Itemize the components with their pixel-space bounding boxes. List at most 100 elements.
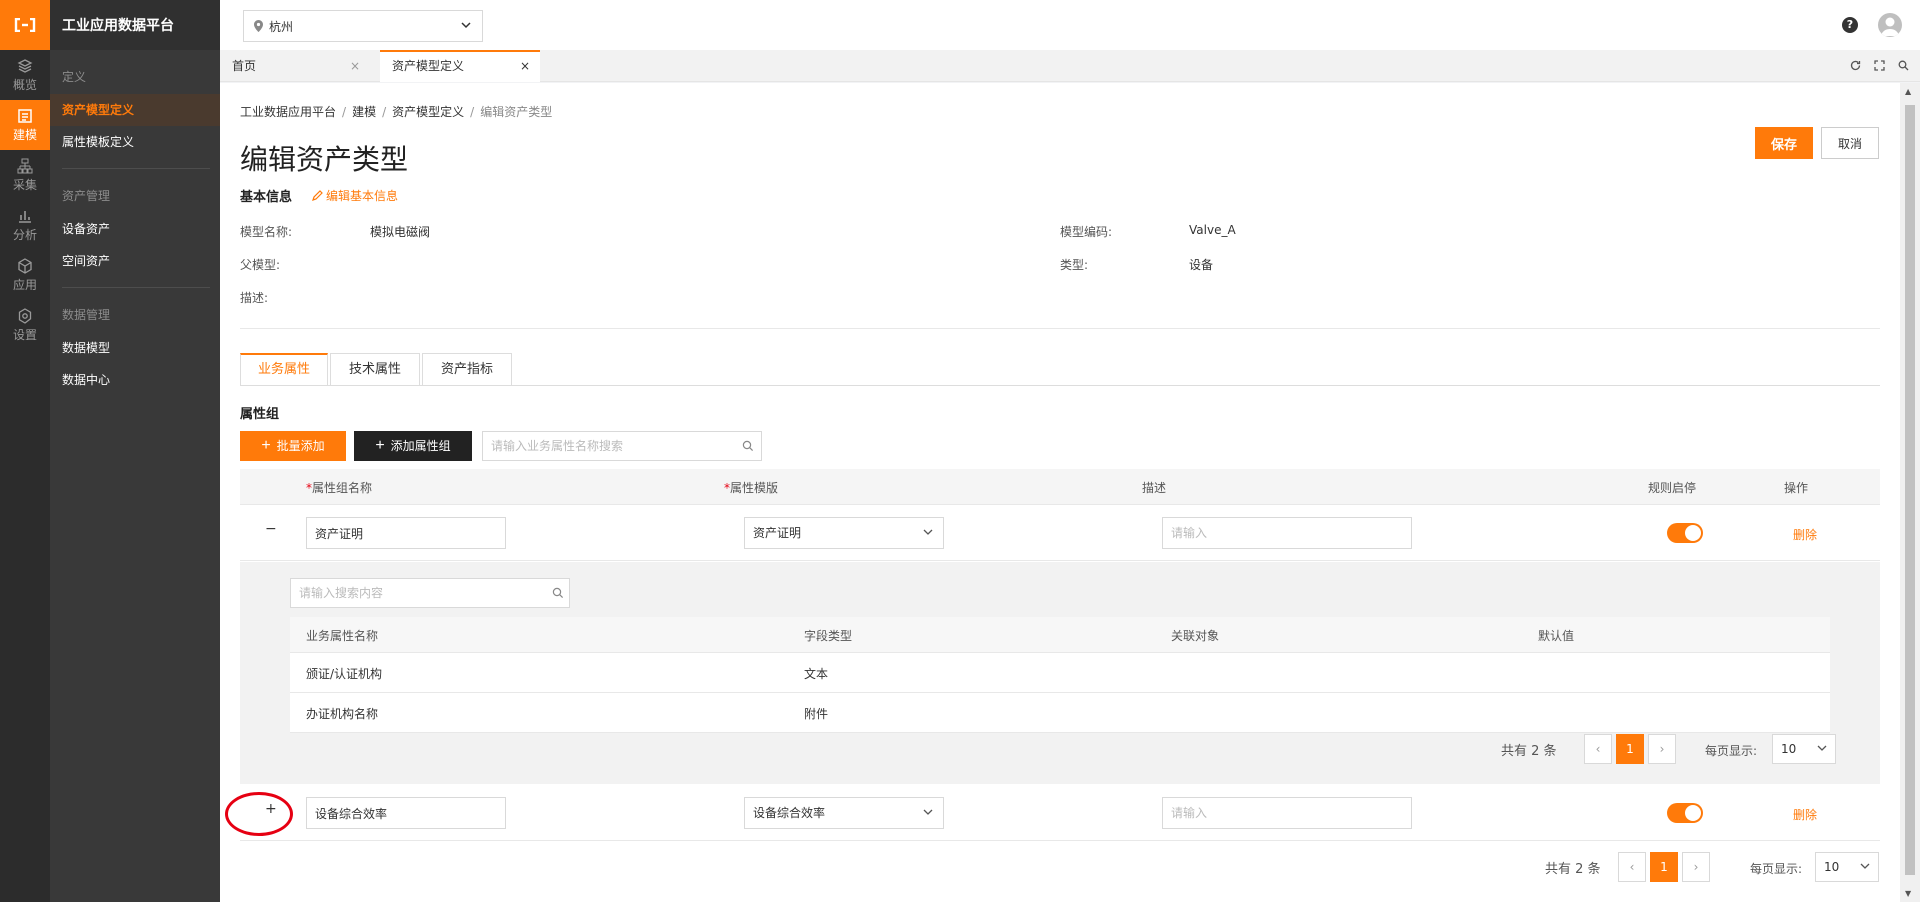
attr-name-cell: 办证机构名称	[306, 707, 379, 721]
field-type-cell: 文本	[804, 667, 829, 681]
sitemap-icon	[17, 158, 33, 173]
column-header: 业务属性名称	[306, 629, 379, 643]
search-icon[interactable]	[742, 440, 754, 452]
main-content: 工业数据应用平台 / 建模 / 资产模型定义 / 编辑资产类型 编辑资产类型 保存 取消 基…	[220, 83, 1900, 902]
edit-basic-info-link[interactable]: 编辑基本信息	[312, 187, 398, 204]
breadcrumb-current: 编辑资产类型	[480, 105, 553, 119]
city-select[interactable]: 杭州	[243, 10, 483, 42]
rail-item-settings[interactable]: 设置	[0, 300, 50, 350]
rail-label: 分析	[12, 227, 37, 242]
save-button[interactable]: 保存	[1755, 127, 1813, 159]
rail-item-overview[interactable]: 概览	[0, 50, 50, 100]
bar-chart-icon	[19, 210, 31, 223]
delete-button[interactable]: 删除	[1793, 526, 1817, 543]
rail-item-apps[interactable]: 应用	[0, 250, 50, 300]
template-select-value: 设备综合效率	[753, 806, 826, 820]
sidebar-item-data-model[interactable]: 数据模型	[50, 332, 220, 364]
rail-item-collect[interactable]: 采集	[0, 150, 50, 200]
rail-label: 建模	[12, 127, 37, 142]
rail-label: 概览	[12, 77, 37, 92]
sub-pager-next-button[interactable]: ›	[1648, 734, 1676, 764]
rail-item-modeling[interactable]: 建模	[0, 100, 50, 150]
expand-row-button[interactable]: +	[265, 801, 277, 817]
sidebar-item-data-center[interactable]: 数据中心	[50, 364, 220, 396]
attr-search-input[interactable]	[482, 431, 762, 461]
basic-info-title: 基本信息	[240, 190, 293, 205]
sub-pager-total: 共有 2 条	[1501, 744, 1557, 759]
search-icon[interactable]	[552, 587, 564, 599]
rule-toggle[interactable]	[1667, 523, 1703, 543]
breadcrumb-item[interactable]: 资产模型定义	[392, 105, 464, 119]
group-name-input[interactable]	[306, 797, 506, 829]
column-header: 默认值	[1538, 629, 1575, 643]
sub-pager-prev-button[interactable]: ‹	[1584, 734, 1612, 764]
sidebar-item-space-asset[interactable]: 空间资产	[50, 245, 220, 277]
tab-business-attrs[interactable]: 业务属性	[240, 353, 328, 386]
pager-next-button[interactable]: ›	[1682, 852, 1710, 882]
description-input[interactable]	[1162, 517, 1412, 549]
pager-prev-button[interactable]: ‹	[1618, 852, 1646, 882]
cancel-button[interactable]: 取消	[1821, 127, 1879, 159]
description-input[interactable]	[1162, 797, 1412, 829]
chevron-down-icon	[461, 22, 471, 29]
tab-tech-attrs[interactable]: 技术属性	[330, 353, 420, 386]
breadcrumb-item[interactable]: 工业数据应用平台	[240, 105, 336, 119]
tab-asset-metrics[interactable]: 资产指标	[422, 353, 512, 386]
avatar[interactable]	[1878, 13, 1902, 37]
close-icon[interactable]: ×	[350, 50, 360, 82]
scroll-down-icon[interactable]: ▼	[1905, 889, 1911, 898]
field-type-cell: 附件	[804, 707, 829, 721]
plus-icon: +	[261, 437, 271, 454]
fullscreen-icon[interactable]	[1872, 58, 1886, 72]
add-attr-group-label: 添加属性组	[390, 439, 451, 453]
platform-logo-icon[interactable]	[0, 0, 50, 50]
column-header: 操作	[1784, 481, 1809, 495]
help-icon[interactable]: ?	[1842, 17, 1858, 33]
batch-add-button[interactable]: + 批量添加	[240, 431, 346, 461]
rail-label: 设置	[12, 327, 37, 342]
scroll-thumb[interactable]	[1905, 105, 1915, 875]
delete-button[interactable]: 删除	[1793, 806, 1817, 823]
pager-page-button[interactable]: 1	[1650, 852, 1678, 882]
tab-tools	[1848, 58, 1910, 72]
tab-asset-model[interactable]: 资产模型定义 ×	[380, 50, 540, 82]
sub-pager-page-button[interactable]: 1	[1616, 734, 1644, 764]
type-label: 类型:	[1060, 258, 1089, 272]
layers-icon	[17, 58, 33, 73]
user-icon	[1881, 17, 1899, 36]
refresh-icon[interactable]	[1848, 58, 1862, 72]
breadcrumb: 工业数据应用平台 / 建模 / 资产模型定义 / 编辑资产类型	[240, 105, 553, 119]
vertical-scrollbar[interactable]: ▲ ▼	[1900, 83, 1920, 902]
column-header: 字段类型	[804, 629, 853, 643]
template-select[interactable]: 设备综合效率	[744, 797, 944, 829]
parent-model-label: 父模型:	[240, 258, 281, 272]
search-icon[interactable]	[1896, 58, 1910, 72]
collapse-row-button[interactable]: −	[265, 521, 277, 537]
rail-item-analysis[interactable]: 分析	[0, 200, 50, 250]
column-header: 描述	[1142, 481, 1167, 495]
breadcrumb-item[interactable]: 建模	[352, 105, 376, 119]
sidebar-group-title: 数据管理	[62, 308, 111, 322]
sidebar-item-asset-model[interactable]: 资产模型定义	[50, 94, 220, 126]
sidebar-group-title: 定义	[62, 70, 87, 84]
attr-name-cell: 颁证/认证机构	[306, 667, 383, 681]
rule-toggle[interactable]	[1667, 803, 1703, 823]
add-attr-group-button[interactable]: + 添加属性组	[354, 431, 472, 461]
edit-basic-info-label: 编辑基本信息	[326, 189, 399, 203]
pager-size-select[interactable]: 10	[1815, 852, 1879, 882]
divider	[240, 328, 1880, 329]
pencil-icon	[312, 190, 323, 201]
close-icon[interactable]: ×	[520, 52, 530, 80]
page-size-value: 10	[1824, 860, 1840, 874]
sub-pager-size-select[interactable]: 10	[1772, 734, 1836, 764]
scroll-up-icon[interactable]: ▲	[1905, 87, 1911, 96]
tab-label: 首页	[232, 59, 257, 73]
group-name-input[interactable]	[306, 517, 506, 549]
sidebar-item-attr-template[interactable]: 属性模板定义	[50, 126, 220, 158]
sidebar-item-device-asset[interactable]: 设备资产	[50, 213, 220, 245]
rail-label: 采集	[12, 177, 37, 192]
sub-search-input[interactable]	[290, 578, 570, 608]
pager-size-label: 每页显示:	[1750, 862, 1803, 876]
tab-home[interactable]: 首页 ×	[220, 50, 370, 82]
template-select[interactable]: 资产证明	[744, 517, 944, 549]
